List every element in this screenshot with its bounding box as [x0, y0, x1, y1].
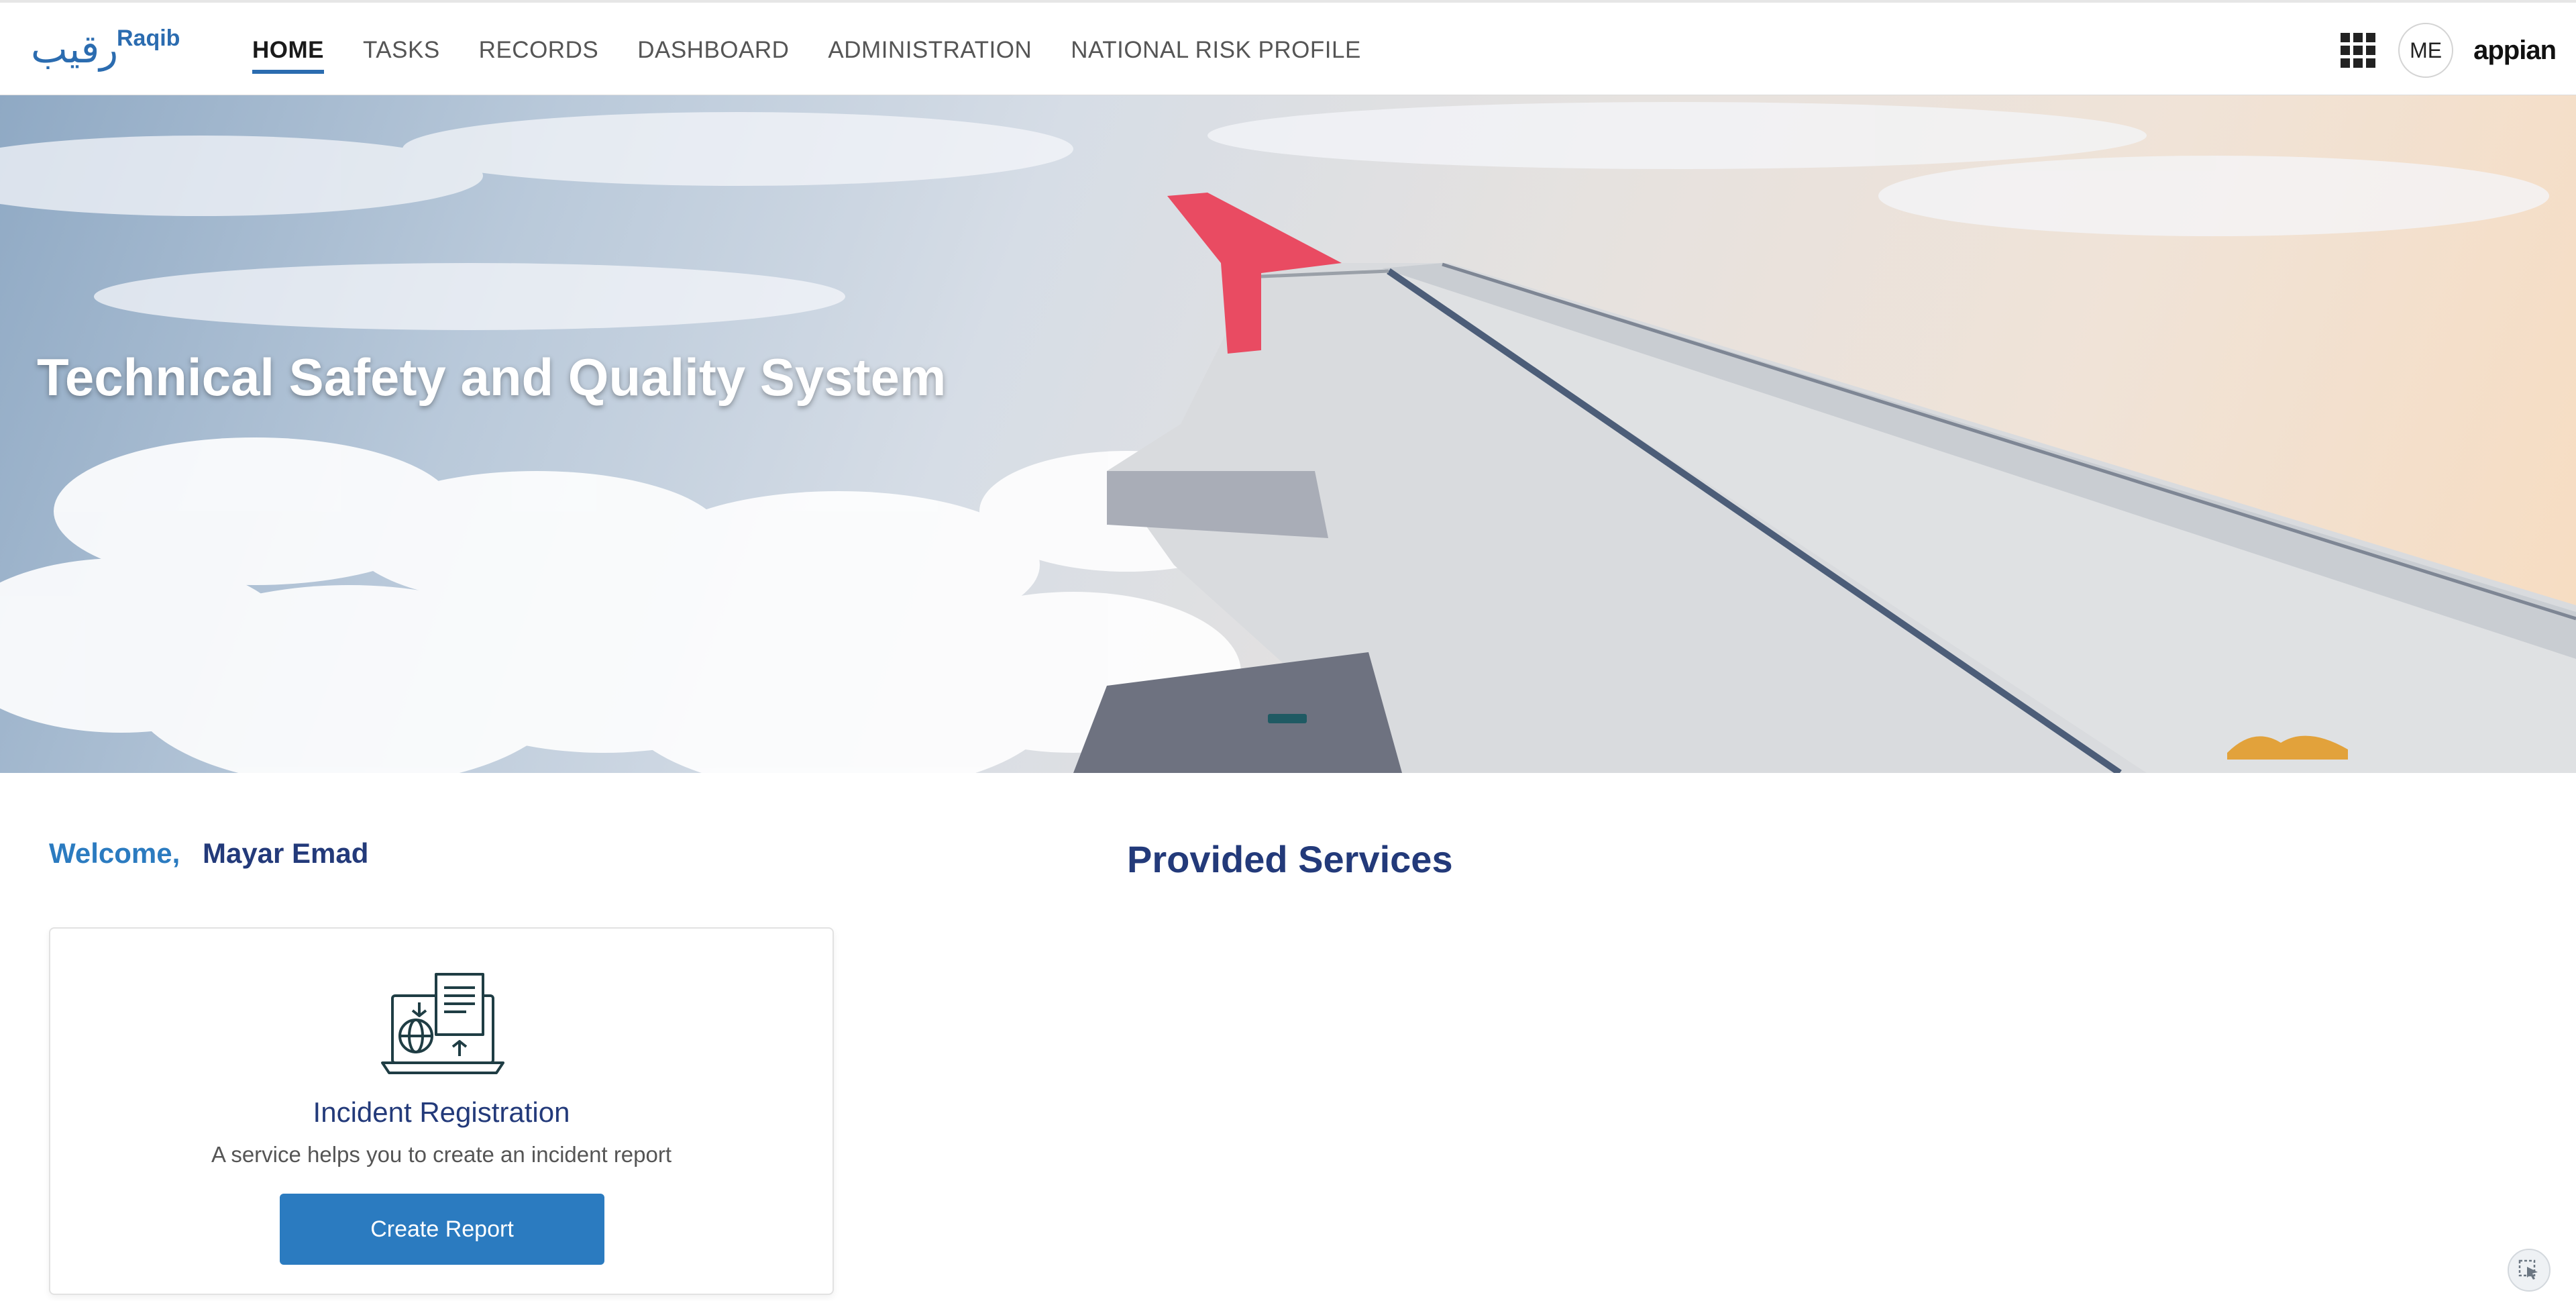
tab-home[interactable]: HOME — [252, 3, 324, 98]
top-header: رقيب Raqib HOME TASKS RECORDS DASHBOARD … — [0, 0, 2576, 95]
hero-title: Technical Safety and Quality System — [37, 348, 947, 407]
grid-apps-icon[interactable] — [2341, 33, 2376, 68]
tab-records[interactable]: RECORDS — [479, 3, 599, 98]
provided-services-title: Provided Services — [1127, 838, 1453, 880]
header-tools: ME appian — [2341, 3, 2557, 98]
welcome-greeting: Welcome, — [49, 837, 180, 869]
cursor-select-icon — [2518, 1259, 2538, 1280]
logo-arabic-text: رقيب — [31, 26, 119, 72]
raqib-logo[interactable]: رقيب Raqib — [31, 23, 180, 76]
user-avatar[interactable]: ME — [2398, 23, 2454, 78]
logo-english-text: Raqib — [117, 25, 180, 51]
tab-national-risk-profile[interactable]: NATIONAL RISK PROFILE — [1071, 3, 1361, 98]
welcome-message: Welcome, Mayar Emad — [49, 837, 368, 870]
main-nav: HOME TASKS RECORDS DASHBOARD ADMINISTRAT… — [252, 3, 1400, 98]
carousel-indicator[interactable] — [1268, 714, 1307, 723]
service-card-incident-registration: Incident Registration A service helps yo… — [49, 927, 834, 1295]
create-report-button[interactable]: Create Report — [280, 1194, 604, 1265]
laptop-globe-document-icon — [381, 973, 504, 1074]
appian-brand-logo: appian — [2473, 35, 2557, 65]
service-card-title: Incident Registration — [313, 1096, 570, 1128]
tab-tasks[interactable]: TASKS — [363, 3, 440, 98]
hero-banner: Technical Safety and Quality System — [0, 95, 2576, 773]
cursor-select-button[interactable] — [2508, 1249, 2551, 1292]
tab-dashboard[interactable]: DASHBOARD — [637, 3, 789, 98]
service-card-description: A service helps you to create an inciden… — [211, 1142, 672, 1167]
airplane-wing-illustration — [0, 102, 2576, 773]
tab-administration[interactable]: ADMINISTRATION — [828, 3, 1032, 98]
welcome-user-name: Mayar Emad — [202, 837, 369, 869]
